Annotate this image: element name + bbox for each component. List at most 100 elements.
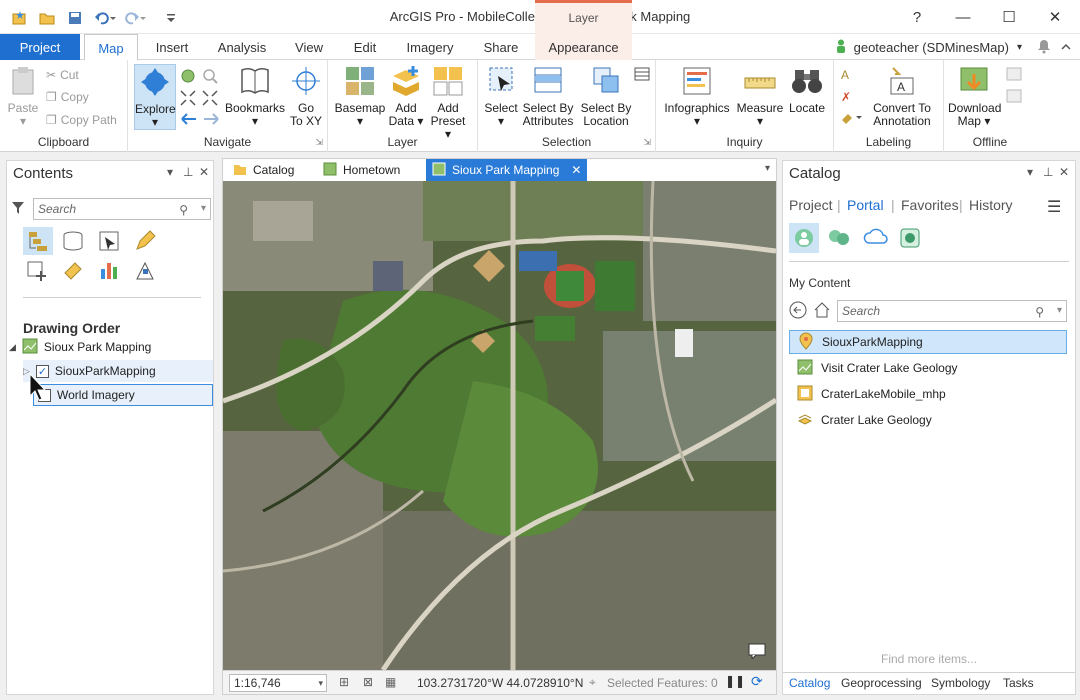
list-by-editing-icon[interactable] — [133, 229, 157, 256]
view-tab-sioux-park-mapping[interactable]: Sioux Park Mapping ✕ — [426, 159, 588, 181]
go-to-xy-button[interactable]: Go To XY — [286, 64, 326, 128]
tab-view[interactable]: View — [286, 34, 332, 60]
bottom-tab-catalog[interactable]: Catalog — [789, 676, 830, 690]
catalog-tab-favorites[interactable]: Favorites — [901, 197, 959, 213]
tab-imagery[interactable]: Imagery — [398, 34, 462, 60]
catalog-options-icon[interactable]: ▾ — [1027, 165, 1033, 179]
tab-share[interactable]: Share — [474, 34, 528, 60]
filter-icon[interactable] — [11, 201, 25, 218]
attributes-table-icon[interactable] — [634, 66, 650, 85]
catalog-tab-project[interactable]: Project — [789, 197, 833, 213]
new-project-icon[interactable] — [10, 9, 28, 27]
catalog-item[interactable]: CraterLakeMobile_mhp — [789, 382, 1067, 406]
search-dropdown-icon[interactable]: ▾ — [201, 199, 206, 219]
cut-button[interactable]: ✂ Cut — [46, 66, 79, 84]
redo-icon[interactable] — [122, 9, 148, 27]
locate-button[interactable]: Locate — [786, 64, 828, 115]
layer-row-world-imagery[interactable]: World Imagery — [33, 384, 213, 406]
bottom-tab-geoprocessing[interactable]: Geoprocessing — [841, 676, 922, 690]
remove-offline-icon[interactable] — [1006, 88, 1022, 107]
navigate-launcher-icon[interactable]: ⇲ — [315, 137, 323, 148]
infographics-button[interactable]: Infographics ▾ — [662, 64, 732, 128]
previous-extent-icon[interactable] — [180, 112, 198, 129]
pin-icon[interactable]: ⊥ — [183, 165, 193, 179]
pause-drawing-icon[interactable]: ❚❚ — [725, 674, 745, 688]
contents-close-icon[interactable]: ✕ — [199, 165, 209, 179]
tab-edit[interactable]: Edit — [344, 34, 386, 60]
sync-icon[interactable] — [1006, 66, 1022, 85]
list-by-labeling-icon[interactable] — [61, 259, 85, 286]
tab-insert[interactable]: Insert — [146, 34, 198, 60]
customize-qat-icon[interactable] — [162, 9, 180, 27]
add-data-button[interactable]: Add Data ▾ — [388, 64, 424, 128]
living-atlas-icon[interactable] — [899, 227, 921, 252]
label-icon[interactable]: A — [840, 66, 856, 85]
zoom-to-layer-icon[interactable] — [202, 68, 218, 87]
add-preset-button[interactable]: Add Preset ▾ — [426, 64, 470, 141]
undo-icon[interactable] — [92, 9, 118, 27]
next-extent-icon[interactable] — [202, 112, 220, 129]
search-dropdown-icon[interactable]: ▾ — [1057, 301, 1062, 321]
list-by-charts-icon[interactable] — [97, 259, 121, 286]
label-class-icon[interactable] — [840, 110, 864, 129]
select-by-location-button[interactable]: Select By Location — [578, 64, 634, 128]
tab-project[interactable]: Project — [0, 34, 80, 60]
notifications-bell-icon[interactable] — [1036, 38, 1052, 57]
view-tabs-dropdown-icon[interactable]: ▾ — [765, 163, 770, 174]
lock-labels-icon[interactable]: ✗ — [840, 88, 856, 107]
list-by-perspective-icon[interactable] — [133, 259, 157, 286]
find-more-items-link[interactable]: Find more items... — [783, 652, 1075, 666]
catalog-item[interactable]: Visit Crater Lake Geology — [789, 356, 1067, 380]
list-by-selection-icon[interactable] — [97, 229, 121, 256]
fixed-zoom-out-icon[interactable] — [202, 90, 218, 109]
catalog-tab-portal[interactable]: Portal — [847, 197, 884, 213]
paste-button[interactable]: Paste ▾ — [4, 64, 42, 128]
tab-appearance[interactable]: Appearance — [535, 34, 632, 60]
contents-options-icon[interactable]: ▾ — [167, 165, 173, 179]
user-account[interactable]: geoteacher (SDMinesMap) ▾ — [836, 34, 1072, 60]
select-by-attributes-button[interactable]: Select By Attributes — [520, 64, 576, 128]
bookmarks-button[interactable]: Bookmarks ▾ — [224, 64, 286, 128]
view-tab-hometown[interactable]: Hometown — [317, 159, 406, 181]
full-extent-icon[interactable] — [180, 68, 196, 87]
explore-button[interactable]: Explore ▾ — [134, 64, 176, 130]
close-button[interactable]: ✕ — [1032, 0, 1078, 34]
map-row[interactable]: ◢ Sioux Park Mapping — [9, 336, 209, 358]
bottom-tab-symbology[interactable]: Symbology — [931, 676, 990, 690]
collapse-caret-icon[interactable]: ◢ — [9, 342, 16, 353]
copy-button[interactable]: ❐ Copy — [46, 88, 89, 106]
select-button[interactable]: Select ▾ — [482, 64, 520, 128]
measure-button[interactable]: Measure ▾ — [734, 64, 786, 128]
pin-icon[interactable]: ⊥ — [1043, 165, 1053, 179]
catalog-item[interactable]: Crater Lake Geology — [789, 408, 1067, 432]
cloud-icon[interactable] — [863, 227, 889, 250]
fixed-ratio-icon[interactable]: ⊞ — [339, 675, 349, 689]
tab-map[interactable]: Map — [84, 34, 138, 61]
list-by-data-source-icon[interactable] — [61, 229, 85, 256]
save-icon[interactable] — [66, 9, 84, 27]
open-project-icon[interactable] — [38, 9, 56, 27]
selection-launcher-icon[interactable]: ⇲ — [643, 137, 651, 148]
catalog-search-input[interactable]: Search ⚲ ▾ — [837, 300, 1067, 322]
help-button[interactable]: ? — [894, 0, 940, 34]
grid-icon[interactable]: ⊠ — [363, 675, 373, 689]
download-map-button[interactable]: Download Map ▾ — [948, 64, 1001, 128]
list-by-snapping-icon[interactable] — [25, 259, 49, 286]
scale-selector[interactable]: 1:16,746 ▾ — [229, 674, 327, 692]
groups-icon[interactable] — [827, 227, 851, 252]
view-tab-catalog[interactable]: Catalog — [227, 159, 300, 181]
catalog-close-icon[interactable]: ✕ — [1059, 165, 1069, 179]
maximize-button[interactable]: ☐ — [986, 0, 1032, 34]
home-icon[interactable] — [813, 301, 831, 322]
snapping-icon[interactable]: ▦ — [385, 675, 396, 689]
convert-to-annotation-button[interactable]: A Convert To Annotation — [864, 64, 940, 128]
map-canvas[interactable] — [223, 181, 776, 670]
tab-analysis[interactable]: Analysis — [210, 34, 274, 60]
list-by-drawing-order-icon[interactable] — [23, 227, 53, 255]
close-tab-icon[interactable]: ✕ — [571, 163, 581, 177]
refresh-icon[interactable]: ⟳ — [751, 673, 763, 690]
contents-search-input[interactable]: Search ⚲ ▾ — [33, 198, 211, 220]
layer-row-siouxparkmapping[interactable]: ▷ ✓ SiouxParkMapping — [23, 360, 213, 382]
back-icon[interactable] — [789, 301, 807, 322]
basemap-button[interactable]: Basemap ▾ — [334, 64, 386, 128]
